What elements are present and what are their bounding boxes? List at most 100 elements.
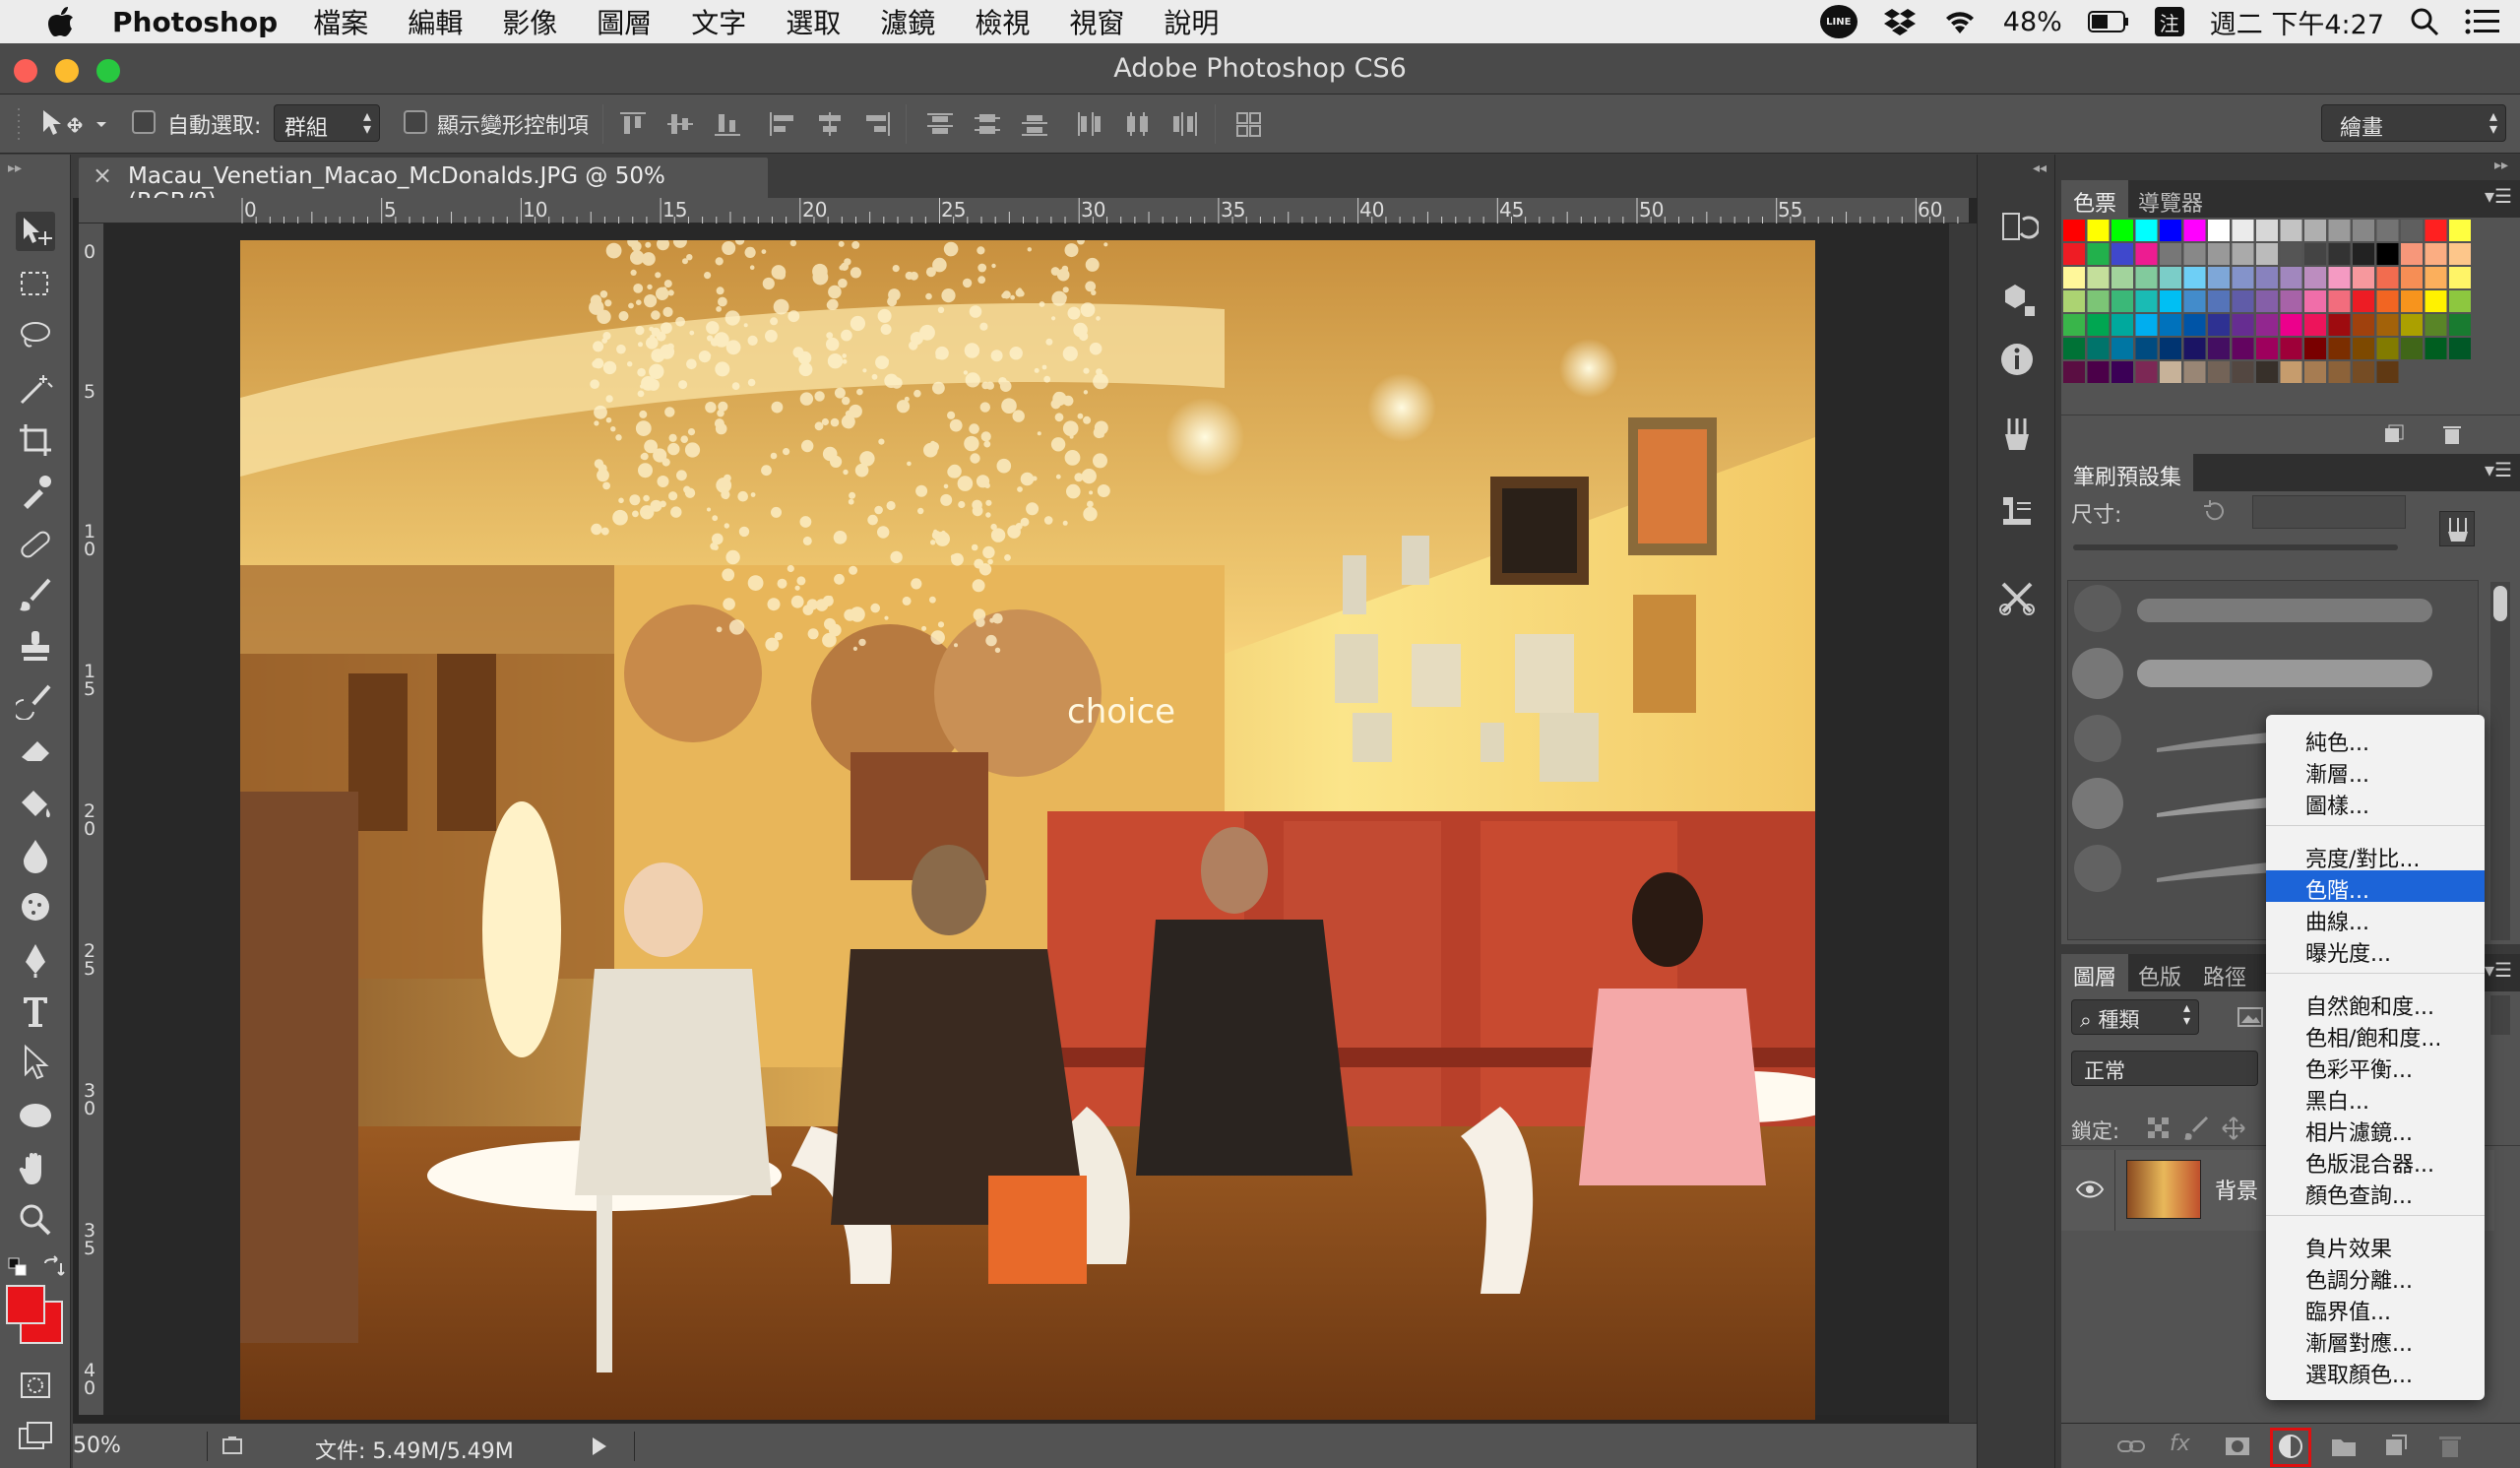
menu-type[interactable]: 文字 (691, 2, 746, 41)
new-group-folder-icon[interactable] (2329, 1432, 2359, 1461)
link-layers-icon[interactable] (2116, 1432, 2146, 1461)
marquee-tool-icon[interactable] (16, 265, 55, 304)
document-image[interactable]: choice (240, 240, 1815, 1420)
lock-image-pixels-icon[interactable] (2183, 1116, 2209, 1141)
menu-item-solid-color[interactable]: 純色... (2266, 723, 2485, 756)
add-layer-mask-icon[interactable] (2223, 1432, 2252, 1461)
menu-item-black-white[interactable]: 黑白... (2266, 1081, 2485, 1115)
menu-image[interactable]: 影像 (502, 2, 557, 41)
auto-align-layers-icon[interactable] (1234, 110, 1264, 138)
panel-menu-icon[interactable]: ▾☰ (2485, 458, 2512, 481)
move-tool-preset-picker[interactable] (37, 104, 116, 144)
zoom-level[interactable]: 50% (73, 1434, 121, 1458)
distribute-left-edges-icon[interactable] (1075, 110, 1104, 138)
menu-item-gradient-map[interactable]: 漸層對應... (2266, 1323, 2485, 1357)
menu-item-brightness-contrast[interactable]: 亮度/對比... (2266, 839, 2485, 872)
input-method-icon[interactable]: 注 (2154, 7, 2184, 36)
history-brush-tool-icon[interactable] (13, 680, 55, 721)
clone-stamp-tool-icon[interactable] (16, 627, 55, 667)
hand-tool-icon[interactable] (16, 1149, 55, 1188)
distribute-bottom-edges-icon[interactable] (1020, 110, 1049, 138)
close-tab-icon[interactable]: × (93, 161, 112, 189)
menu-view[interactable]: 檢視 (975, 2, 1030, 41)
brush-tool-icon[interactable] (16, 576, 55, 615)
distribute-top-edges-icon[interactable] (925, 110, 955, 138)
blur-tool-icon[interactable] (16, 836, 55, 875)
paint-bucket-tool-icon[interactable] (16, 785, 55, 824)
workspace-dropdown[interactable]: 繪畫 ▴ ▾ (2321, 104, 2506, 142)
menu-item-vibrance[interactable]: 自然飽和度... (2266, 987, 2485, 1020)
play-triangle-icon[interactable] (589, 1436, 608, 1457)
menu-item-channel-mixer[interactable]: 色版混合器... (2266, 1144, 2485, 1178)
menubar-clock[interactable]: 週二 下午4:27 (2210, 3, 2384, 41)
line-app-icon[interactable]: LINE (1819, 5, 1858, 38)
align-left-edges-icon[interactable] (768, 110, 797, 138)
apple-icon[interactable] (39, 0, 83, 43)
lock-transparent-pixels-icon[interactable] (2146, 1116, 2172, 1141)
menu-help[interactable]: 說明 (1164, 2, 1219, 41)
tab-paths[interactable]: 路徑 (2191, 954, 2258, 991)
magic-wand-tool-icon[interactable] (16, 369, 55, 409)
sponge-tool-icon[interactable] (16, 887, 55, 926)
layer-style-fx-icon[interactable]: fx (2170, 1432, 2199, 1461)
blend-mode-dropdown[interactable]: 正常 (2071, 1051, 2258, 1086)
layer-filter-dropdown[interactable]: ⌕ 種類 ▴ ▾ (2071, 999, 2199, 1035)
align-right-edges-icon[interactable] (862, 110, 892, 138)
tab-layers[interactable]: 圖層 (2061, 954, 2129, 991)
default-colors-icon[interactable] (8, 1257, 30, 1279)
align-horizontal-centers-icon[interactable] (815, 110, 845, 138)
menu-filter[interactable]: 濾鏡 (880, 2, 935, 41)
info-panel-icon[interactable] (1995, 338, 2039, 381)
menu-item-photo-filter[interactable]: 相片濾鏡... (2266, 1113, 2485, 1146)
healing-brush-tool-icon[interactable] (16, 525, 55, 564)
new-swatch-icon[interactable] (2382, 423, 2404, 445)
auto-select-checkbox[interactable] (132, 110, 156, 134)
app-menu-photoshop[interactable]: Photoshop (112, 6, 278, 38)
eraser-tool-icon[interactable] (16, 732, 55, 771)
zoom-tool-icon[interactable] (16, 1200, 55, 1240)
3d-panel-icon[interactable] (1995, 279, 2039, 322)
panel-menu-icon[interactable]: ▾☰ (2485, 958, 2512, 982)
dropbox-icon[interactable] (1883, 7, 1917, 36)
align-top-edges-icon[interactable] (618, 110, 648, 138)
lasso-tool-icon[interactable] (16, 316, 55, 355)
menu-item-color-balance[interactable]: 色彩平衡... (2266, 1050, 2485, 1083)
menu-item-exposure[interactable]: 曝光度... (2266, 933, 2485, 967)
swatch-grid[interactable] (2061, 218, 2520, 385)
tab-channels[interactable]: 色版 (2126, 954, 2193, 991)
menu-item-hue-saturation[interactable]: 色相/飽和度... (2266, 1018, 2485, 1052)
swap-colors-icon[interactable] (41, 1255, 65, 1279)
vertical-scrollbar[interactable] (1949, 223, 1977, 1423)
tab-brush-presets[interactable]: 筆刷預設集 (2061, 454, 2194, 491)
brush-panel-icon[interactable] (1995, 413, 2039, 456)
delete-layer-trash-icon[interactable] (2435, 1432, 2465, 1461)
screen-mode-icon[interactable] (16, 1417, 55, 1456)
brush-list-scrollbar[interactable] (2490, 582, 2510, 940)
menu-item-levels[interactable]: 色階... (2266, 870, 2485, 904)
panel-menu-icon[interactable]: ▾☰ (2485, 184, 2512, 208)
notification-center-icon[interactable] (2465, 8, 2500, 35)
show-transform-controls-checkbox[interactable] (404, 110, 427, 134)
reset-size-icon[interactable] (2201, 497, 2229, 525)
quick-mask-icon[interactable] (16, 1366, 55, 1405)
menu-select[interactable]: 選取 (786, 2, 841, 41)
document-tab[interactable]: × Macau_Venetian_Macao_McDonalds.JPG @ 5… (79, 158, 768, 215)
auto-select-dropdown[interactable]: 群組 ▴ ▾ (274, 104, 380, 142)
filter-pixel-layers-icon[interactable] (2236, 1005, 2264, 1029)
wifi-icon[interactable] (1942, 8, 1978, 35)
pen-tool-icon[interactable] (16, 940, 55, 980)
collapse-panels-icon[interactable]: ▸▸ (2494, 158, 2508, 173)
menu-item-pattern[interactable]: 圖樣... (2266, 786, 2485, 819)
collapse-dock-icon[interactable]: ◂◂ (2033, 160, 2047, 176)
spotlight-search-icon[interactable] (2410, 7, 2439, 36)
ellipse-shape-tool-icon[interactable] (16, 1096, 55, 1135)
menu-file[interactable]: 檔案 (313, 2, 368, 41)
collapse-panel-icon[interactable]: ▸▸ (8, 160, 22, 176)
tab-swatches[interactable]: 色票 (2061, 180, 2129, 218)
brush-size-slider[interactable] (2073, 544, 2398, 550)
history-panel-icon[interactable] (1995, 204, 2041, 247)
new-layer-icon[interactable] (2382, 1432, 2412, 1461)
battery-icon[interactable] (2087, 10, 2129, 33)
menu-window[interactable]: 視窗 (1069, 2, 1124, 41)
proof-icon[interactable] (220, 1434, 246, 1459)
